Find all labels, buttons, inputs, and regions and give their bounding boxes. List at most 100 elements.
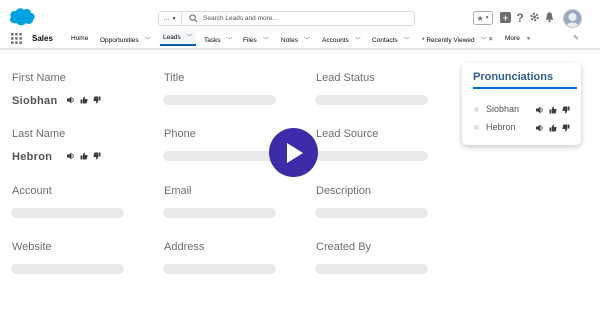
- first-name-value: Siobhan: [12, 95, 58, 107]
- lead-status-value-placeholder: [315, 95, 428, 105]
- nav-item-recently-viewed[interactable]: * Recently Viewed ﹀: [422, 35, 487, 44]
- favorites-button[interactable]: ★ ▼: [473, 11, 493, 25]
- search-icon: [189, 14, 198, 23]
- last-name-pronunciation-controls: [67, 152, 101, 160]
- radio-dot-icon[interactable]: [474, 107, 479, 112]
- app-name: Sales: [32, 34, 53, 43]
- nav-item-label: Accounts: [322, 37, 349, 44]
- title-value-placeholder: [163, 95, 276, 105]
- bell-icon[interactable]: [544, 11, 555, 23]
- nav-item-home[interactable]: Home: [71, 35, 88, 42]
- close-tab-icon[interactable]: ✕: [488, 35, 493, 43]
- address-label: Address: [164, 241, 205, 253]
- speaker-icon[interactable]: [536, 124, 544, 132]
- thumbs-up-icon[interactable]: [549, 124, 557, 132]
- last-name-label: Last Name: [12, 128, 66, 140]
- edit-nav-icon[interactable]: ✎: [573, 34, 579, 42]
- nav-item-label: Contacts: [372, 37, 398, 44]
- email-value-placeholder: [163, 208, 276, 218]
- created-by-value-placeholder: [315, 264, 428, 274]
- email-label: Email: [164, 185, 192, 197]
- created-by-label: Created By: [316, 241, 372, 253]
- nav-item-label: Home: [71, 35, 89, 42]
- last-name-value: Hebron: [12, 151, 53, 163]
- nav-item-notes[interactable]: Notes ﹀: [281, 35, 310, 44]
- global-header: ...▼ ★▼ + ?: [0, 0, 600, 30]
- account-label: Account: [12, 185, 52, 197]
- nav-item-leads[interactable]: Leads ﹀: [160, 31, 196, 46]
- app-launcher-icon[interactable]: [11, 33, 22, 44]
- nav-item-label: Tasks: [204, 37, 221, 44]
- chevron-down-icon[interactable]: ﹀: [187, 35, 193, 41]
- avatar[interactable]: [563, 9, 582, 28]
- gear-icon[interactable]: [529, 11, 540, 23]
- description-value-placeholder: [315, 208, 428, 218]
- app-nav-bar: Sales Home Opportunities ﹀ Leads ﹀ Tasks ﹀ …: [0, 30, 600, 50]
- chevron-down-icon[interactable]: ﹀: [145, 38, 151, 44]
- speaker-icon[interactable]: [67, 152, 75, 160]
- nav-item-label: More: [505, 35, 520, 42]
- phone-value-placeholder: [163, 151, 276, 161]
- nav-item-accounts[interactable]: Accounts ﹀: [322, 35, 361, 44]
- pronunciation-controls: [536, 106, 570, 114]
- pronunciation-item: Siobhan: [473, 104, 577, 116]
- lead-status-label: Lead Status: [316, 72, 375, 84]
- pronunciation-controls: [536, 124, 570, 132]
- chevron-down-icon: ▼: [484, 15, 490, 21]
- pronunciations-card: Pronunciations Siobhan Hebron: [462, 63, 581, 145]
- website-value-placeholder: [11, 264, 124, 274]
- chevron-down-icon[interactable]: ﹀: [304, 38, 310, 44]
- website-label: Website: [12, 241, 52, 253]
- pronunciation-name: Siobhan: [486, 104, 520, 114]
- chevron-down-icon[interactable]: ﹀: [263, 38, 269, 44]
- thumbs-down-icon[interactable]: [562, 106, 570, 114]
- description-label: Description: [316, 185, 372, 197]
- pronunciations-title: Pronunciations: [473, 71, 554, 83]
- first-name-label: First Name: [12, 72, 66, 84]
- nav-item-files[interactable]: Files ﹀: [243, 35, 269, 44]
- nav-item-contacts[interactable]: Contacts ﹀: [372, 35, 410, 44]
- chevron-down-icon[interactable]: ﹀: [404, 38, 410, 44]
- global-actions-icon[interactable]: +: [500, 12, 511, 23]
- lead-source-value-placeholder: [315, 151, 428, 161]
- nav-item-label: Files: [243, 37, 257, 44]
- speaker-icon[interactable]: [536, 106, 544, 114]
- thumbs-down-icon[interactable]: [562, 124, 570, 132]
- nav-item-label: Opportunities: [100, 37, 139, 44]
- lead-source-label: Lead Source: [316, 128, 379, 140]
- speaker-icon[interactable]: [67, 96, 75, 104]
- pronunciation-name: Hebron: [486, 122, 516, 132]
- nav-item-opportunities[interactable]: Opportunities ﹀: [100, 35, 151, 44]
- chevron-down-icon[interactable]: ﹀: [481, 38, 487, 44]
- thumbs-up-icon[interactable]: [80, 152, 88, 160]
- thumbs-down-icon[interactable]: [93, 152, 101, 160]
- chevron-down-icon[interactable]: ﹀: [355, 38, 361, 44]
- radio-dot-icon[interactable]: [474, 125, 479, 130]
- help-icon[interactable]: ?: [515, 11, 525, 25]
- thumbs-up-icon[interactable]: [549, 106, 557, 114]
- chevron-down-icon: ▼: [171, 16, 177, 22]
- address-value-placeholder: [163, 264, 276, 274]
- pronunciation-item: Hebron: [473, 122, 577, 134]
- nav-item-label: Notes: [281, 37, 298, 44]
- title-label: Title: [164, 72, 185, 84]
- salesforce-logo-icon[interactable]: [8, 7, 36, 26]
- search-scope-label: ...: [163, 15, 170, 22]
- thumbs-up-icon[interactable]: [80, 96, 88, 104]
- play-icon: [286, 142, 303, 163]
- account-value-placeholder: [11, 208, 124, 218]
- thumbs-down-icon[interactable]: [93, 96, 101, 104]
- play-button[interactable]: [269, 128, 318, 177]
- phone-label: Phone: [164, 128, 196, 140]
- nav-item-label: Leads: [163, 34, 181, 41]
- chevron-down-icon[interactable]: ﹀: [227, 38, 233, 44]
- search-scope-dropdown[interactable]: ... ▼: [159, 12, 182, 25]
- global-search[interactable]: ... ▼: [158, 11, 415, 26]
- star-icon: ★: [476, 13, 484, 23]
- first-name-pronunciation-controls: [67, 96, 101, 104]
- search-input[interactable]: [203, 12, 403, 25]
- nav-item-tasks[interactable]: Tasks ﹀: [204, 35, 233, 44]
- chevron-down-icon[interactable]: ▼: [526, 36, 531, 42]
- nav-item-more[interactable]: More ▼: [505, 35, 531, 42]
- nav-item-label: * Recently Viewed: [422, 37, 475, 44]
